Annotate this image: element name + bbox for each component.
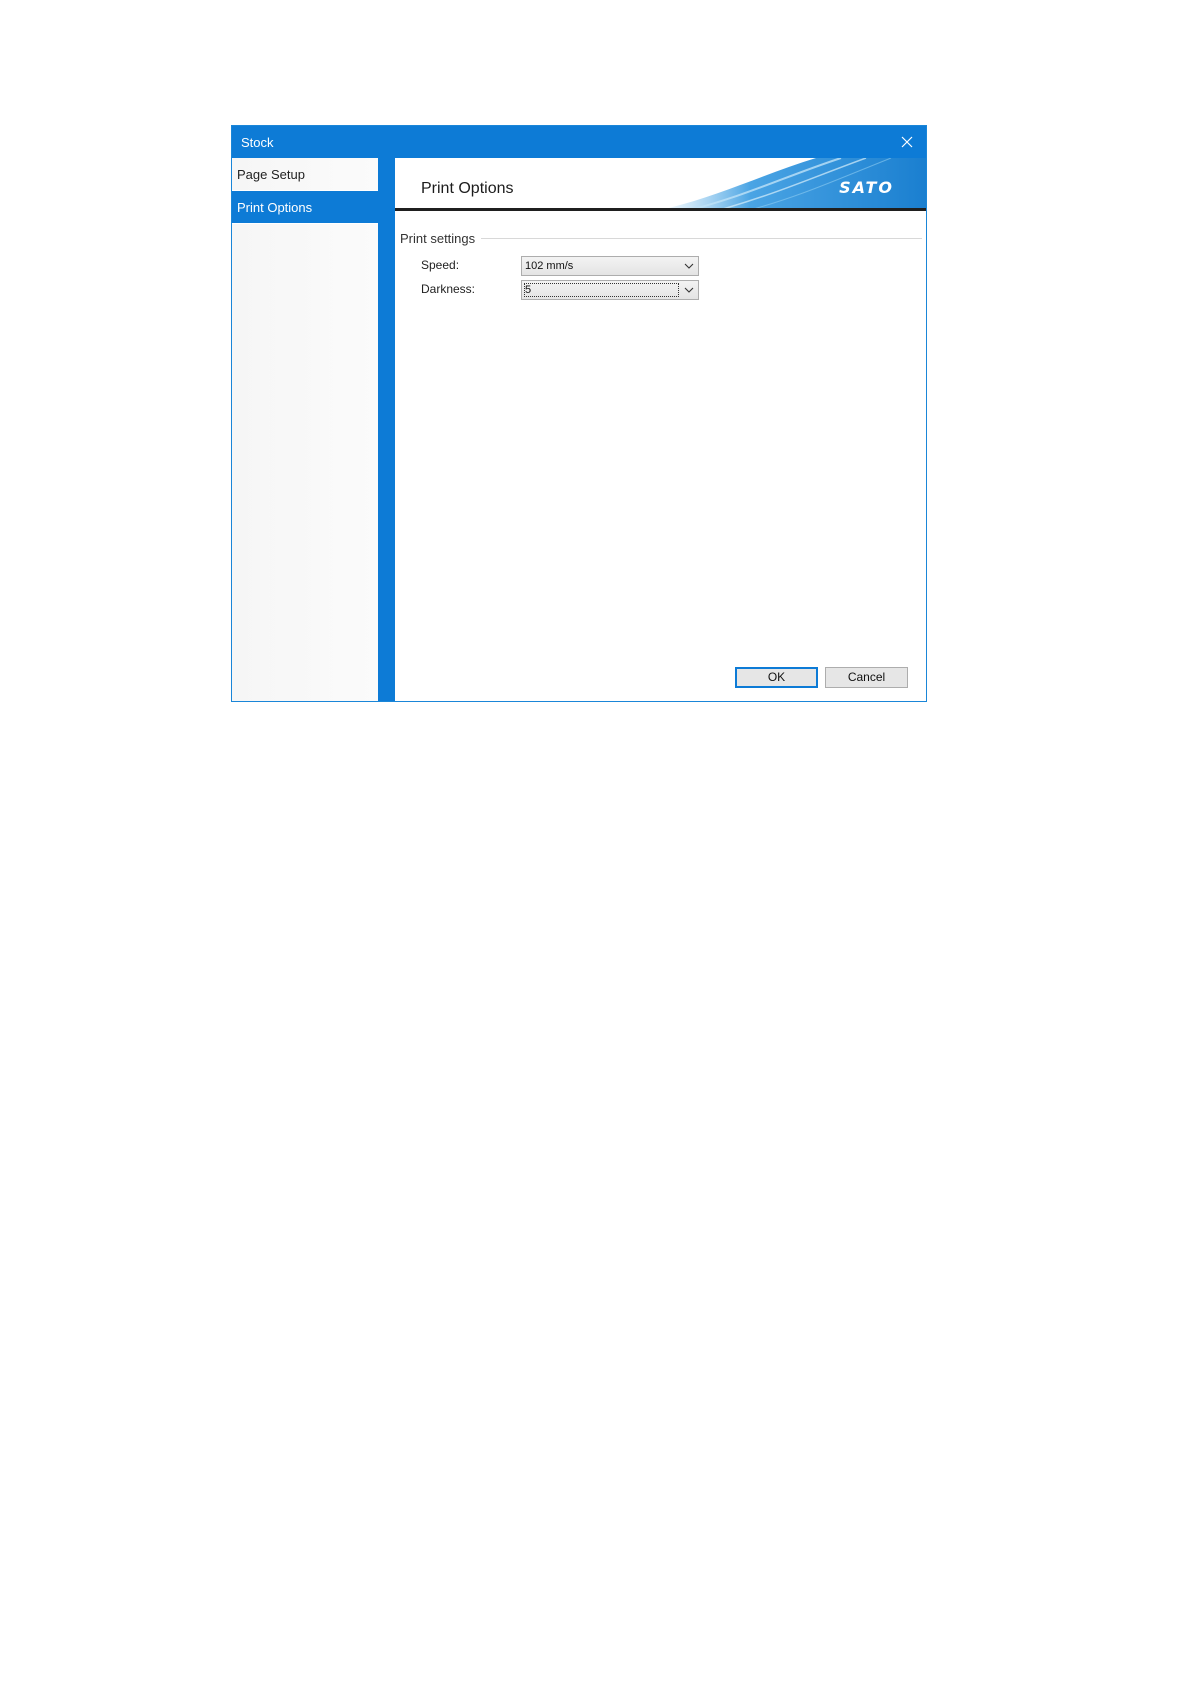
chevron-down-icon [684,287,694,293]
page-banner: Print Options SATO [395,158,926,211]
speed-select[interactable]: 102 mm/s [521,256,699,276]
darkness-value: 5 [525,284,532,296]
darkness-label: Darkness: [421,282,476,296]
cancel-button[interactable]: Cancel [825,667,908,688]
sato-logo: SATO [839,178,894,197]
speed-label: Speed: [421,258,460,272]
group-label-print-settings: Print settings [400,231,482,246]
chevron-down-icon [684,263,694,269]
darkness-select[interactable]: 5 [521,280,699,300]
stock-dialog: Stock Page Setup Print Options Print Opt… [231,125,927,702]
accent-bar [378,158,395,701]
page-title: Print Options [421,180,514,197]
content-pane: Print Options SATO Print settings Speed: [395,158,926,701]
sidebar-nav: Page Setup Print Options [232,158,378,701]
nav-item-page-setup[interactable]: Page Setup [232,158,378,191]
speed-value: 102 mm/s [525,260,574,272]
nav-item-print-options[interactable]: Print Options [232,191,378,224]
close-button[interactable] [894,129,920,155]
ok-button[interactable]: OK [735,667,818,688]
nav-item-label: Print Options [237,200,313,215]
window-title: Stock [241,135,274,150]
title-bar: Stock [232,126,926,158]
focus-rectangle [524,283,679,297]
nav-item-label: Page Setup [237,167,305,182]
close-icon [901,136,913,148]
